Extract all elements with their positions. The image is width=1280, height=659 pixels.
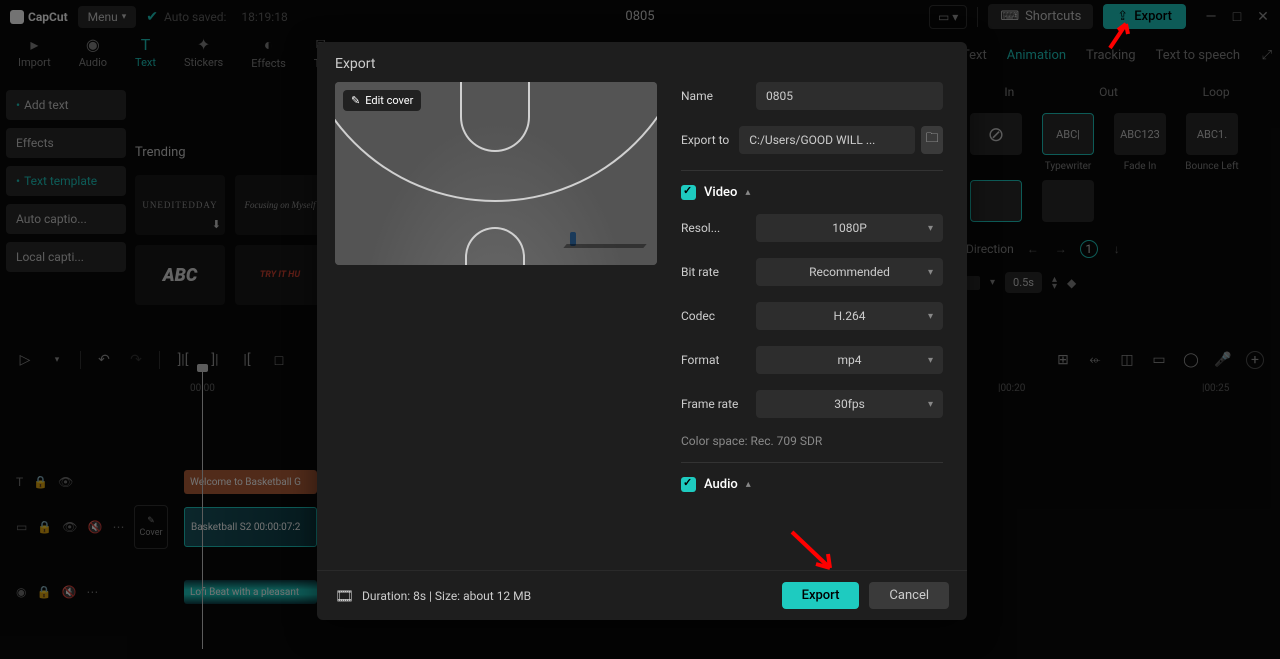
export-to-label: Export to [681,133,739,147]
framerate-label: Frame rate [681,397,756,411]
bitrate-select[interactable]: Recommended [756,258,943,286]
format-select[interactable]: mp4 [756,346,943,374]
name-label: Name [681,89,756,103]
browse-folder-button[interactable]: 🗀 [921,126,943,154]
name-input[interactable] [756,82,943,110]
export-summary: 🎞 Duration: 8s | Size: about 12 MB [335,587,531,605]
film-icon: 🎞 [335,587,354,605]
resolution-select[interactable]: 1080P [756,214,943,242]
format-label: Format [681,353,756,367]
folder-icon: 🗀 [926,129,939,151]
color-space-info: Color space: Rec. 709 SDR [681,434,943,448]
export-dialog: Export ✎Edit cover Name Export to [317,42,967,620]
codec-label: Codec [681,309,756,323]
audio-section-toggle[interactable]: Audio ▴ [681,477,943,492]
codec-select[interactable]: H.264 [756,302,943,330]
video-checkbox[interactable] [681,185,696,200]
audio-checkbox[interactable] [681,477,696,492]
pencil-icon: ✎ [351,94,360,107]
framerate-select[interactable]: 30fps [756,390,943,418]
dialog-title: Export [317,42,967,82]
cancel-button[interactable]: Cancel [869,582,949,609]
edit-cover-button[interactable]: ✎Edit cover [343,90,421,111]
export-preview: ✎Edit cover [335,82,657,265]
bitrate-label: Bit rate [681,265,756,279]
resolution-label: Resol... [681,221,756,235]
export-path-input[interactable] [739,126,915,154]
export-confirm-button[interactable]: Export [782,582,860,609]
video-section-toggle[interactable]: Video ▴ [681,185,943,200]
